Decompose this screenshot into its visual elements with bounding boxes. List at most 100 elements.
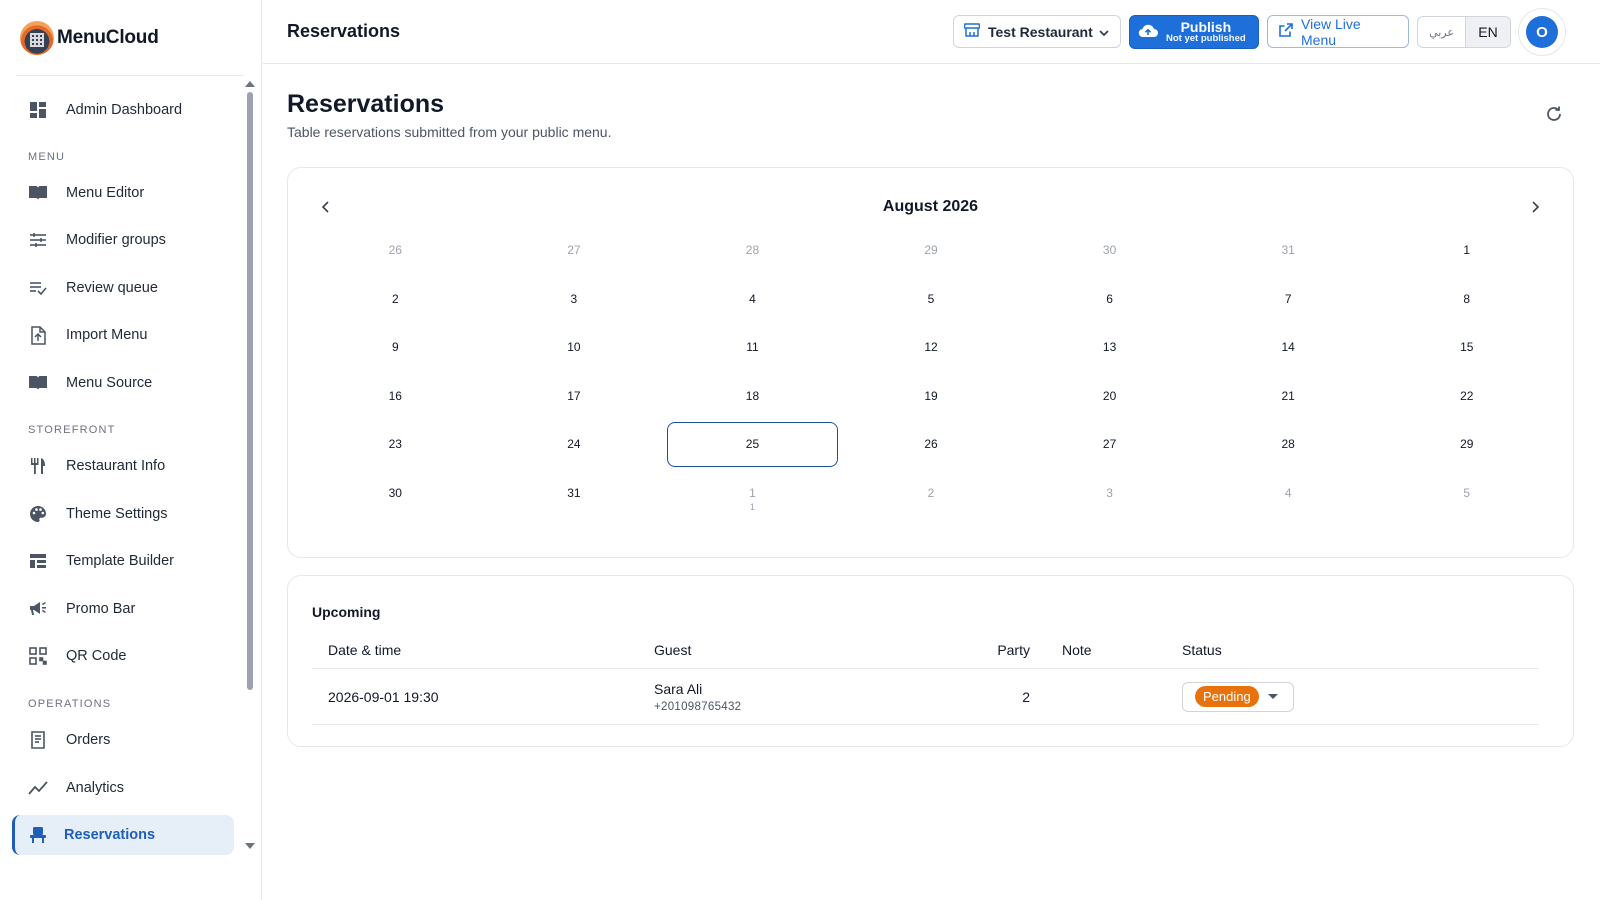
refresh-icon[interactable] xyxy=(1545,105,1567,127)
day-number: 2 xyxy=(927,485,935,500)
sidebar-item-analytics[interactable]: Analytics xyxy=(12,768,234,808)
column-status: Status xyxy=(1182,641,1222,658)
calendar-day[interactable]: 9 xyxy=(306,323,485,372)
calendar-day[interactable]: 2 xyxy=(306,275,485,324)
day-number: 2 xyxy=(391,291,399,306)
view-live-menu-button[interactable]: View Live Menu xyxy=(1267,15,1409,48)
scroll-up-arrow-icon[interactable] xyxy=(245,81,255,87)
day-number: 26 xyxy=(388,243,402,258)
calendar-day-selected[interactable]: 25 xyxy=(663,420,842,469)
calendar-day[interactable]: 4 xyxy=(663,275,842,324)
top-header: Reservations Test Restaurant Publish Not… xyxy=(263,0,1600,64)
user-avatar[interactable]: O xyxy=(1518,8,1566,56)
day-number: 9 xyxy=(391,340,399,355)
day-number: 21 xyxy=(1281,388,1295,403)
chevron-right-icon[interactable] xyxy=(1523,195,1547,219)
day-number: 1 xyxy=(749,485,756,500)
calendar-day[interactable]: 31 xyxy=(485,469,664,518)
restaurant-select[interactable]: Test Restaurant xyxy=(953,15,1121,48)
status-badge: Pending xyxy=(1195,686,1259,707)
day-number: 15 xyxy=(1460,340,1474,355)
calendar-day[interactable]: 29 xyxy=(842,226,1021,275)
calendar-day[interactable]: 28 xyxy=(1199,420,1378,469)
column-datetime: Date & time xyxy=(328,641,402,658)
calendar-day[interactable]: 14 xyxy=(1199,323,1378,372)
lang-arabic-button[interactable]: عربي xyxy=(1418,17,1466,47)
sidebar-item-menu-source[interactable]: Menu Source xyxy=(12,363,234,403)
calendar-day[interactable]: 11 xyxy=(663,323,842,372)
publish-text: Publish Not yet published xyxy=(1166,19,1246,45)
calendar-day[interactable]: 27 xyxy=(485,226,664,275)
calendar-day[interactable]: 6 xyxy=(1020,275,1199,324)
calendar-day[interactable]: 5 xyxy=(1377,469,1556,518)
sidebar-item-import-menu[interactable]: Import Menu xyxy=(12,315,234,355)
scroll-down-arrow-icon[interactable] xyxy=(245,843,255,849)
day-number: 27 xyxy=(567,243,581,258)
calendar-week: 30 31 1 1 2 3 4 5 xyxy=(306,469,1556,518)
sidebar-item-admin-dashboard[interactable]: Admin Dashboard xyxy=(12,90,234,130)
calendar-day[interactable]: 26 xyxy=(842,420,1021,469)
book-icon xyxy=(27,182,49,204)
calendar-day[interactable]: 1 xyxy=(1377,226,1556,275)
sidebar-item-orders[interactable]: Orders xyxy=(12,720,234,760)
publish-button[interactable]: Publish Not yet published xyxy=(1129,15,1259,49)
calendar-day[interactable]: 31 xyxy=(1199,226,1378,275)
scroll-thumb[interactable] xyxy=(247,92,253,690)
calendar-day[interactable]: 16 xyxy=(306,372,485,421)
reservation-guest: Sara Ali +201098765432 xyxy=(642,681,912,713)
sidebar-item-label: Template Builder xyxy=(66,553,174,569)
calendar-day[interactable]: 24 xyxy=(485,420,664,469)
calendar-day[interactable]: 7 xyxy=(1199,275,1378,324)
calendar-day[interactable]: 29 xyxy=(1377,420,1556,469)
lang-english-button[interactable]: EN xyxy=(1466,17,1510,47)
sidebar-item-qr-code[interactable]: QR Code xyxy=(12,636,234,676)
calendar-day[interactable]: 30 xyxy=(306,469,485,518)
sidebar-item-restaurant-info[interactable]: Restaurant Info xyxy=(12,446,234,486)
calendar-day[interactable]: 10 xyxy=(485,323,664,372)
calendar-day[interactable]: 23 xyxy=(306,420,485,469)
day-number: 30 xyxy=(1102,243,1117,258)
calendar-day[interactable]: 30 xyxy=(1020,226,1199,275)
restaurant-name: Test Restaurant xyxy=(988,23,1093,40)
calendar-day[interactable]: 28 xyxy=(663,226,842,275)
calendar-day[interactable]: 26 xyxy=(306,226,485,275)
calendar-day[interactable]: 21 xyxy=(1199,372,1378,421)
calendar-day[interactable]: 12 xyxy=(842,323,1021,372)
sidebar-item-promo-bar[interactable]: Promo Bar xyxy=(12,589,234,629)
sidebar-item-label: Admin Dashboard xyxy=(66,102,183,118)
day-number: 26 xyxy=(924,437,938,452)
calendar-week: 9 10 11 12 13 14 15 xyxy=(306,323,1556,372)
calendar-day[interactable]: 18 xyxy=(663,372,842,421)
sidebar-item-reservations[interactable]: Reservations xyxy=(12,815,234,855)
calendar-day[interactable]: 13 xyxy=(1020,323,1199,372)
sidebar-item-label: Modifier groups xyxy=(66,232,166,248)
calendar-week: 16 17 18 19 20 21 22 xyxy=(306,372,1556,421)
calendar-day[interactable]: 27 xyxy=(1020,420,1199,469)
calendar-day[interactable]: 4 xyxy=(1199,469,1378,518)
calendar-day[interactable]: 15 xyxy=(1377,323,1556,372)
day-number: 7 xyxy=(1284,291,1292,306)
sidebar-item-template-builder[interactable]: Template Builder xyxy=(12,541,234,581)
calendar-day[interactable]: 22 xyxy=(1377,372,1556,421)
brand[interactable]: MenuCloud xyxy=(20,18,159,58)
sidebar-item-menu-editor[interactable]: Menu Editor xyxy=(12,173,234,213)
sidebar-item-label: Menu Source xyxy=(66,375,153,391)
sidebar-scrollbar[interactable] xyxy=(244,78,255,852)
sidebar-item-review-queue[interactable]: Review queue xyxy=(12,268,234,308)
sidebar-item-theme-settings[interactable]: Theme Settings xyxy=(12,494,234,534)
calendar-day[interactable]: 3 xyxy=(1020,469,1199,518)
day-number: 22 xyxy=(1460,388,1474,403)
page-subtitle: Table reservations submitted from your p… xyxy=(287,124,612,140)
calendar-day[interactable]: 5 xyxy=(842,275,1021,324)
calendar-day[interactable]: 3 xyxy=(485,275,664,324)
calendar-day[interactable]: 2 xyxy=(842,469,1021,518)
day-number: 31 xyxy=(1281,243,1295,258)
calendar-day[interactable]: 8 xyxy=(1377,275,1556,324)
calendar-day[interactable]: 17 xyxy=(485,372,664,421)
sidebar-item-modifier-groups[interactable]: Modifier groups xyxy=(12,220,234,260)
calendar-card: August 2026 26 27 28 29 30 31 1 2 3 4 5 6 7 8 9 10 11 12 1… xyxy=(287,167,1574,558)
calendar-day[interactable]: 19 xyxy=(842,372,1021,421)
status-select[interactable]: Pending xyxy=(1182,681,1294,712)
calendar-day[interactable]: 20 xyxy=(1020,372,1199,421)
calendar-day[interactable]: 11 xyxy=(663,469,842,518)
